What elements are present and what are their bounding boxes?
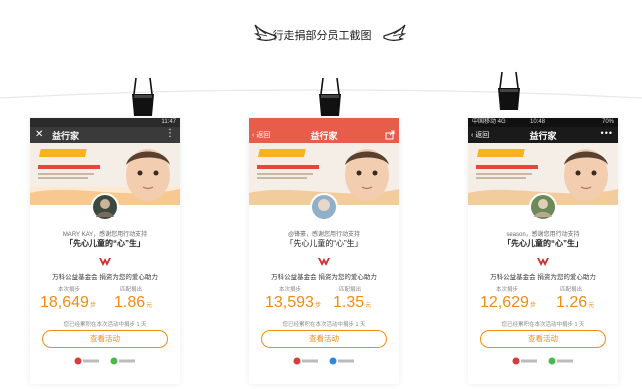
- supporter-text: @锋豪，感谢您用行动支持: [287, 232, 361, 238]
- status-bar: 中国移动 4G 10:48 70%: [468, 118, 618, 127]
- vanke-foundation-logo-icon: [537, 258, 549, 266]
- amount-value: 1.35: [333, 294, 365, 311]
- avatar: [310, 193, 338, 221]
- nav-title: 益行家: [529, 131, 557, 141]
- steps-value-group: 13,593步: [265, 294, 321, 312]
- binder-clip-icon: [132, 77, 154, 116]
- footer-logos: [30, 356, 180, 368]
- steps-value-group: 12,629步: [480, 294, 536, 312]
- cumulative-note: 您已经累积在本次活动中捐步 1 天: [501, 322, 585, 328]
- supporter-text: MARY KAY，感谢您用行动支持: [62, 232, 148, 238]
- cumulative-note: 您已经累积在本次活动中捐步 1 天: [63, 322, 147, 328]
- more-horizontal-icon[interactable]: •••: [601, 128, 613, 138]
- vanke-foundation-logo-icon: [318, 258, 330, 266]
- battery-text: 70%: [601, 119, 614, 125]
- wechat-sport-logo-icon: [548, 357, 573, 365]
- carrier-text: 中国移动 4G: [472, 119, 506, 125]
- view-activity-button[interactable]: 查看活动: [480, 330, 606, 348]
- donation-text: 万科公益基金会 捐资为您的爱心助力: [271, 274, 377, 281]
- steps-label: 本次捐步: [58, 287, 81, 293]
- page: 行走捐部分员工截图 11:47 ✕ 益行家 ⋮ MARY KAY，感谢您用行动支…: [0, 0, 642, 389]
- tencent-charity-logo-icon: [512, 357, 537, 365]
- amount-value: 1.86: [114, 294, 146, 311]
- donation-card: @锋豪，感谢您用行动支持 「先心儿童的“心”生」 万科公益基金会 捐资为您的爱心…: [249, 193, 399, 384]
- avatar: [91, 193, 119, 221]
- amount-label: 匹配捐出: [560, 287, 583, 293]
- donation-card: MARY KAY，感谢您用行动支持 「先心儿童的“心”生」 万科公益基金会 捐资…: [30, 193, 180, 384]
- view-activity-button[interactable]: 查看活动: [261, 330, 387, 348]
- steps-unit: 步: [89, 303, 96, 309]
- status-bar: 11:47: [30, 118, 180, 127]
- qq-sport-logo-icon: [329, 357, 354, 365]
- status-time: 10:48: [530, 119, 546, 125]
- nav-bar: ‹ 返回 益行家 •••: [468, 127, 618, 143]
- binder-clip-icon: [498, 71, 520, 110]
- donation-text: 万科公益基金会 捐资为您的爱心助力: [490, 274, 596, 281]
- steps-value: 13,593: [265, 294, 314, 311]
- amount-label: 匹配捐出: [120, 287, 143, 293]
- donation-card: season，感谢您用行动支持 「先心儿童的“心”生」 万科公益基金会 捐资为您…: [468, 193, 618, 384]
- footer-logos: [249, 356, 399, 368]
- avatar: [529, 193, 557, 221]
- status-bar: [249, 118, 399, 127]
- binder-clip-icon: [319, 77, 341, 116]
- amount-value-group: 1.86元: [114, 294, 152, 312]
- campaign-slogan: 「先心儿童的“心”生」: [65, 239, 145, 248]
- amount-value-group: 1.26元: [556, 294, 594, 312]
- status-time: 11:47: [161, 119, 176, 125]
- donation-text: 万科公益基金会 捐资为您的爱心助力: [52, 274, 158, 281]
- steps-value: 18,649: [40, 294, 89, 311]
- nav-bar: ✕ 益行家 ⋮: [30, 127, 180, 143]
- share-icon[interactable]: [385, 130, 395, 140]
- more-vertical-icon[interactable]: ⋮: [165, 128, 175, 139]
- steps-label: 本次捐步: [496, 287, 519, 293]
- amount-label: 匹配捐出: [339, 287, 362, 293]
- cumulative-note: 您已经累积在本次活动中捐步 1 天: [282, 322, 366, 328]
- amount-unit: 元: [365, 303, 372, 309]
- phone-screenshot-2: ‹ 返回 益行家 @锋豪，感谢您用行动支持 「先心儿童的“心”生」 万科公益基金…: [249, 118, 399, 384]
- amount-value-group: 1.35元: [333, 294, 371, 312]
- nav-title: 益行家: [52, 131, 80, 141]
- steps-unit: 步: [529, 303, 536, 309]
- nav-title: 益行家: [310, 131, 338, 141]
- close-icon[interactable]: ✕: [35, 129, 43, 140]
- supporter-text: season，感谢您用行动支持: [506, 232, 580, 238]
- view-activity-button[interactable]: 查看活动: [42, 330, 168, 348]
- steps-label: 本次捐步: [279, 287, 302, 293]
- campaign-slogan: 「先心儿童的“心”生」: [503, 239, 583, 248]
- campaign-slogan: 「先心儿童的“心”生」: [285, 239, 363, 248]
- amount-value: 1.26: [556, 294, 588, 311]
- amount-unit: 元: [588, 303, 595, 309]
- wechat-sport-logo-icon: [110, 357, 135, 365]
- amount-unit: 元: [146, 303, 153, 309]
- steps-value-group: 18,649步: [40, 294, 96, 312]
- footer-logos: [468, 356, 618, 368]
- tencent-charity-logo-icon: [293, 357, 318, 365]
- steps-value: 12,629: [480, 294, 529, 311]
- tencent-charity-logo-icon: [74, 357, 99, 365]
- steps-unit: 步: [314, 303, 321, 309]
- vanke-foundation-logo-icon: [99, 258, 111, 266]
- phone-screenshot-3: 中国移动 4G 10:48 70% ‹ 返回 益行家 ••• season，感谢…: [468, 118, 618, 384]
- phone-screenshot-1: 11:47 ✕ 益行家 ⋮ MARY KAY，感谢您用行动支持 「先心儿童的“心…: [30, 118, 180, 384]
- nav-bar: ‹ 返回 益行家: [249, 127, 399, 143]
